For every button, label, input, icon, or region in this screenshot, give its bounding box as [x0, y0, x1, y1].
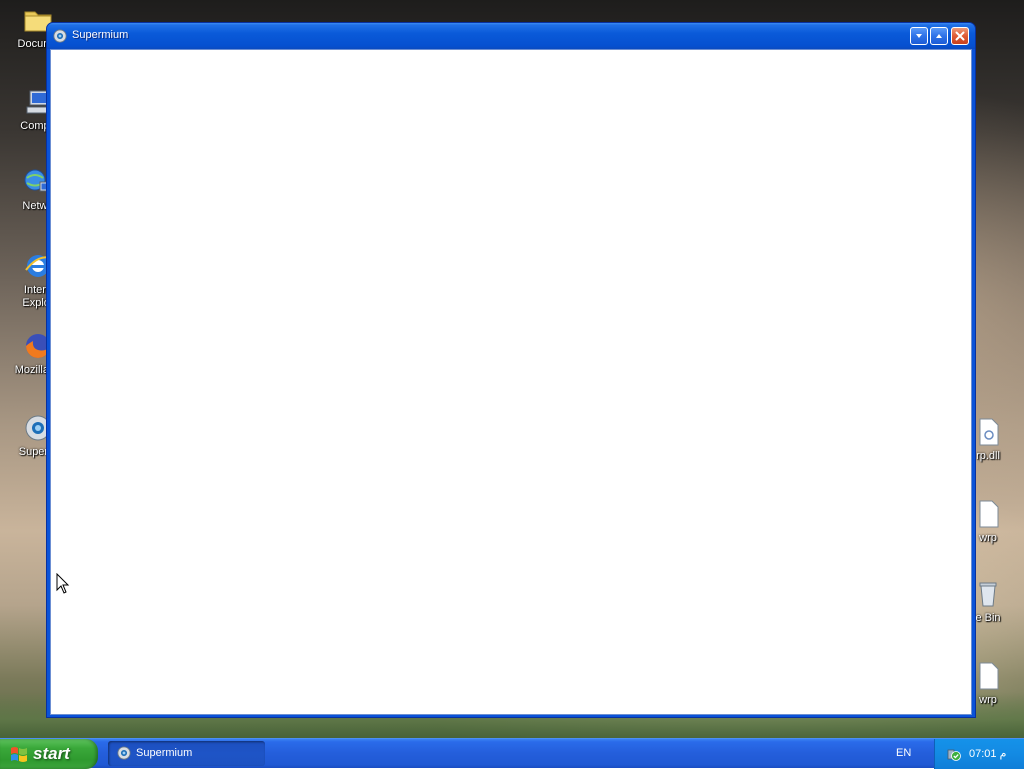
- window-content-area[interactable]: [50, 49, 972, 715]
- start-button[interactable]: start: [0, 739, 98, 769]
- close-icon: [955, 31, 965, 41]
- supermium-icon: [117, 746, 131, 760]
- recycle-bin-icon: [979, 582, 997, 607]
- mouse-cursor-icon: [56, 573, 70, 594]
- maximize-button[interactable]: [930, 27, 948, 45]
- language-indicator[interactable]: EN: [896, 747, 911, 759]
- taskbar-item-label: Supermium: [136, 747, 193, 759]
- dll-file-icon: [979, 418, 999, 446]
- taskbar: start Supermium EN 07:01 ﻡ: [0, 738, 1024, 769]
- windows-logo-icon: [11, 747, 27, 762]
- clock[interactable]: 07:01 ﻡ: [969, 747, 1006, 760]
- supermium-icon: [53, 29, 67, 43]
- file-icon: [979, 500, 999, 528]
- security-shield-icon[interactable]: [945, 746, 961, 762]
- system-tray: 07:01 ﻡ: [934, 739, 1024, 769]
- close-button[interactable]: [951, 27, 969, 45]
- desktop: Docume Compu Netwo Intern Explor Mozilla…: [0, 0, 1024, 738]
- file-icon: [979, 662, 999, 690]
- start-label: start: [33, 744, 70, 763]
- maximize-icon: [936, 34, 942, 38]
- supermium-window[interactable]: Supermium: [46, 22, 976, 718]
- window-title: Supermium: [72, 29, 129, 41]
- window-title-bar[interactable]: Supermium: [47, 23, 975, 49]
- minimize-button[interactable]: [910, 27, 928, 45]
- taskbar-item-supermium[interactable]: Supermium: [108, 741, 265, 766]
- minimize-icon: [916, 34, 922, 38]
